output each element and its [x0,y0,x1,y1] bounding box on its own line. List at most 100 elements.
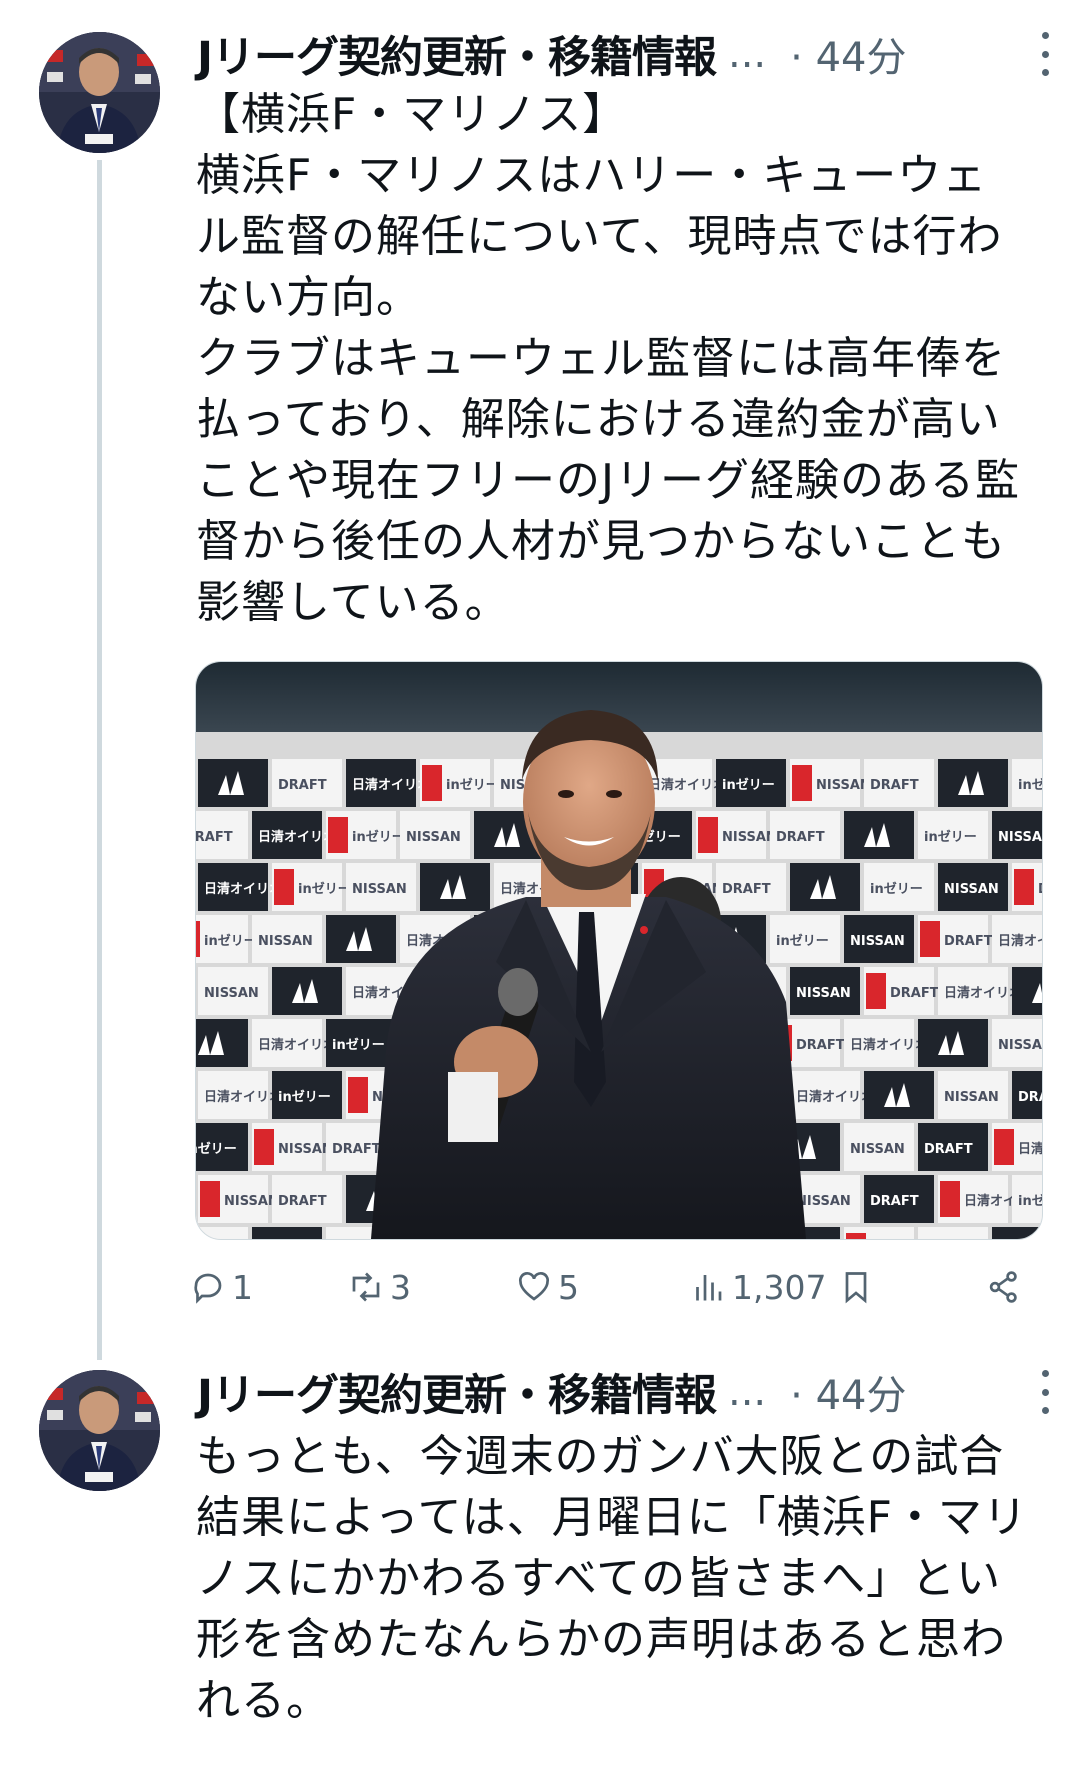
avatar[interactable] [39,32,160,153]
backdrop-sponsor-label: NISSAN [352,882,407,897]
sponsor-red-mark [846,1233,866,1239]
backdrop-tile [196,1227,248,1239]
share-button[interactable] [986,1262,1022,1312]
backdrop-sponsor-label: NISSAN [998,1038,1042,1053]
backdrop-sponsor-label: NISSAN [278,1142,333,1157]
backdrop-sponsor-label: DRAFT [870,778,919,793]
tweet[interactable]: Jリーグ契約更新・移籍情報 ... · 44分 もっとも、今週末のガンバ大阪との… [0,1350,1080,1766]
more-options-button[interactable] [1030,32,1060,76]
backdrop-sponsor-label: DRAFT [944,934,993,949]
bookmark-button[interactable] [838,1262,874,1312]
vertical-dots-icon [1041,1370,1049,1377]
backdrop-sponsor-label: DRAFT [1038,882,1042,897]
author-truncation: ... [728,31,767,77]
bar-chart-icon [696,1275,722,1301]
backdrop-sponsor-label: 日清オイリオ [1018,1141,1042,1157]
backdrop-sponsor-label: 日清オイリオ [648,777,726,793]
backdrop-sponsor-label: inゼリー [332,1037,385,1053]
sponsor-red-mark [940,1181,960,1217]
sponsor-red-mark [196,921,200,957]
backdrop-sponsor-label: NISSAN [722,830,777,845]
backdrop-sponsor-label: NISSAN [850,1142,905,1157]
backdrop-tile [326,915,396,963]
tweet-photo[interactable]: DRAFT日清オイリオinゼリーNISSAN日清オイリオinゼリーNISSAND… [195,661,1043,1240]
backdrop-sponsor-label: 日清オイリオ [796,1089,874,1105]
speech-bubble-icon [194,1273,222,1304]
repost-arrows-icon [352,1272,380,1302]
timestamp[interactable]: · 44分 [790,1363,906,1421]
author-name[interactable]: Jリーグ契約更新・移籍情報 [197,1361,717,1423]
backdrop-sponsor-label: inゼリー [924,829,977,845]
backdrop-tile [198,759,268,807]
tweet-actions: 1 3 5 1,307 [190,1262,1030,1312]
backdrop-sponsor-label: inゼリー [446,777,499,793]
backdrop-sponsor-label: DRAFT [722,882,771,897]
sponsor-red-mark [274,869,294,905]
backdrop-sponsor-label: NISSAN [944,1090,999,1105]
tweet-header: Jリーグ契約更新・移籍情報 ... · 44分 [197,1362,1060,1422]
backdrop-sponsor-label: NISSAN [796,1194,851,1209]
backdrop-sponsor-label: 日清オイリオ [352,777,430,793]
backdrop-sponsor-label: inゼリー [196,1141,237,1157]
like-button[interactable]: 5 [516,1262,579,1312]
backdrop-tile [918,1227,988,1239]
backdrop-sponsor-label: DRAFT [278,778,327,793]
repost-count: 3 [390,1267,411,1307]
views-button[interactable]: 1,307 [690,1262,826,1312]
backdrop-tile [844,811,914,859]
backdrop-sponsor-label: inゼリー [1018,777,1042,793]
backdrop-sponsor-label: DRAFT [890,986,939,1001]
backdrop-sponsor-label: inゼリー [776,933,829,949]
share-icon [989,1271,1017,1303]
backdrop-tile [252,1227,322,1239]
backdrop-sponsor-label: inゼリー [204,933,257,949]
repost-button[interactable]: 3 [348,1262,411,1312]
backdrop-sponsor-label: NISSAN [850,934,905,949]
backdrop-sponsor-label: NISSAN [258,934,313,949]
backdrop-sponsor-label: 日清オイリオ [944,985,1022,1001]
backdrop-sponsor-label: inゼリー [352,829,405,845]
avatar[interactable] [39,1370,160,1491]
backdrop-tile [272,967,342,1015]
backdrop-sponsor-label: NISSAN [796,986,851,1001]
reply-button[interactable]: 1 [190,1262,253,1312]
backdrop-sponsor-label: 日清オイリオ [850,1037,928,1053]
backdrop-tile [918,1019,988,1067]
sponsor-red-mark [792,765,812,801]
backdrop-sponsor-label: NISSAN [224,1194,279,1209]
reply-count: 1 [232,1267,253,1307]
backdrop-sponsor-label: inゼリー [1018,1193,1042,1209]
backdrop-sponsor-label: 日清オイリオ [258,829,336,845]
heart-icon [519,1272,549,1301]
backdrop-sponsor-label: NISSAN [944,882,999,897]
backdrop-sponsor-label: DRAFT [332,1142,381,1157]
backdrop-tile [992,1227,1042,1239]
backdrop-sponsor-label: NISSAN [406,830,461,845]
backdrop-tile [938,759,1008,807]
backdrop-sponsor-label: DRAFT [1018,1090,1042,1105]
backdrop-sponsor-label: 日清オイリオ [258,1037,336,1053]
backdrop-sponsor-label: 日清オイリオ [998,933,1042,949]
sponsor-red-mark [866,973,886,1009]
tweet-text: もっとも、今週末のガンバ大阪との試合 結果によっては、月曜日に「横浜F・マリ ノ… [196,1431,1028,1726]
tweet-header: Jリーグ契約更新・移籍情報 ... · 44分 [197,24,1060,84]
bookmark-icon [845,1272,867,1304]
backdrop-sponsor-label: DRAFT [196,830,233,845]
backdrop-tile [420,863,490,911]
backdrop-tile [790,863,860,911]
sponsor-red-mark [422,765,442,801]
sponsor-red-mark [920,921,940,957]
backdrop-sponsor-label: NISSAN [998,830,1042,845]
timestamp[interactable]: · 44分 [790,25,906,83]
author-truncation: ... [728,1369,767,1415]
author-name[interactable]: Jリーグ契約更新・移籍情報 [197,23,717,85]
tweet[interactable]: Jリーグ契約更新・移籍情報 ... · 44分 【横浜F・マリノス】 横浜F・マ… [0,0,1080,1340]
backdrop-sponsor-label: 日清オイリオ [204,881,282,897]
sponsor-red-mark [328,817,348,853]
sponsor-red-mark [254,1129,274,1165]
backdrop-sponsor-label: inゼリー [298,881,351,897]
more-options-button[interactable] [1030,1370,1060,1414]
sponsor-red-mark [348,1077,368,1113]
backdrop-sponsor-label: DRAFT [924,1142,973,1157]
backdrop-sponsor-label: inゼリー [870,881,923,897]
